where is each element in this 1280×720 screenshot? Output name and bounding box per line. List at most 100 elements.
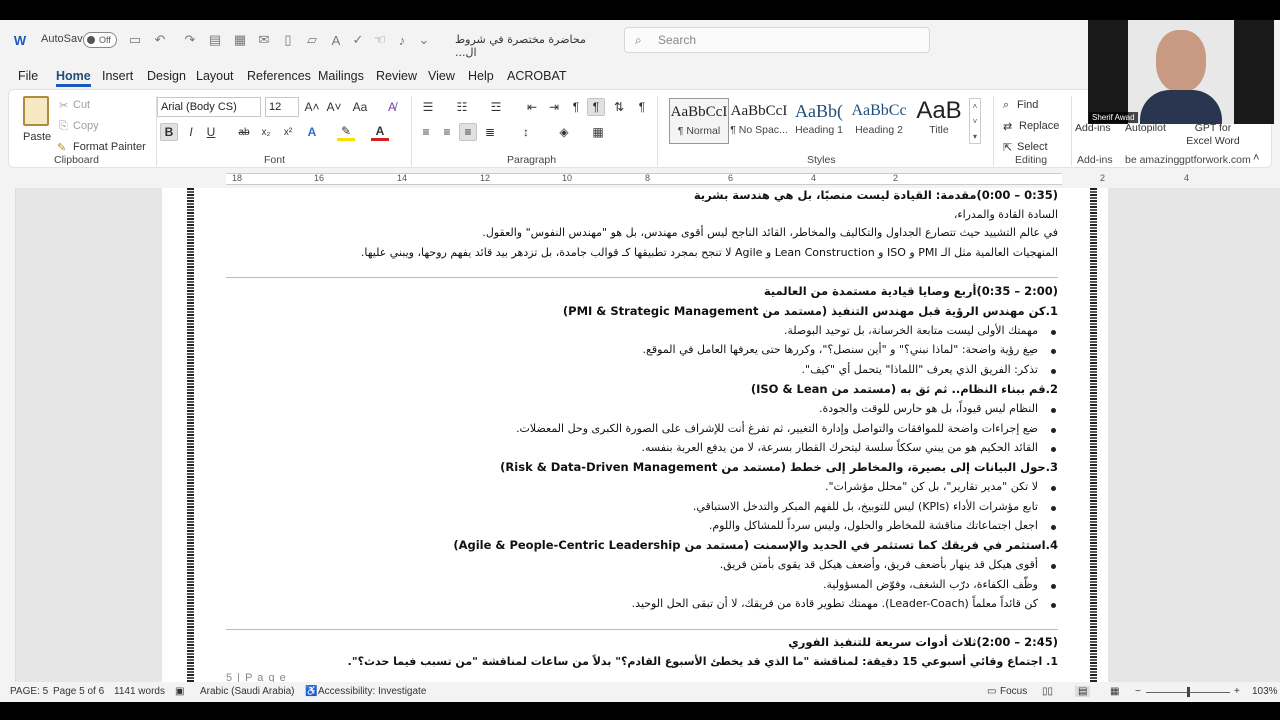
- bullet-text[interactable]: تابع مؤشرات الأداء (KPIs) ليس للتوبيخ، ب…: [693, 500, 1038, 513]
- paragraph[interactable]: السادة القادة والمدراء،: [954, 208, 1058, 221]
- status-page[interactable]: PAGE: 5: [10, 686, 48, 697]
- clear-formatting-icon[interactable]: A̸: [383, 98, 401, 116]
- subscript-icon[interactable]: x₂: [257, 123, 275, 141]
- cut-icon[interactable]: ✂: [59, 99, 68, 112]
- align-center-icon[interactable]: ≡: [438, 123, 456, 141]
- menu-mailings[interactable]: Mailings: [318, 67, 364, 87]
- focus-icon[interactable]: ▭: [987, 686, 996, 697]
- bullet-text[interactable]: تذكر: الفريق الذي يعرف "اللماذا" يتحمل أ…: [802, 363, 1038, 376]
- document-title[interactable]: محاضرة مختصرة في شروط ال...: [455, 33, 595, 59]
- decrease-indent-icon[interactable]: ⇤: [523, 98, 541, 116]
- zoom-thumb[interactable]: [1187, 687, 1190, 697]
- spelling-icon[interactable]: ✓: [350, 32, 366, 48]
- heading-section[interactable]: (2:45 – 2:00)ثلاث أدوات سريعة للتنفيذ ال…: [788, 635, 1058, 649]
- menu-file[interactable]: File: [18, 67, 38, 87]
- select-icon[interactable]: ⇱: [1003, 141, 1012, 154]
- font-color-icon[interactable]: A: [371, 123, 389, 141]
- rtl-icon[interactable]: ¶: [587, 98, 605, 116]
- status-page-of[interactable]: Page 5 of 6: [53, 686, 104, 697]
- search-box[interactable]: ⌕ Search: [624, 27, 930, 53]
- text-effects-icon[interactable]: A: [303, 123, 321, 141]
- bullet-text[interactable]: القائد الحكيم هو من يبني سككاً سلسة ليتح…: [642, 441, 1038, 454]
- save-icon[interactable]: ▭: [127, 32, 143, 48]
- format-painter-button[interactable]: Format Painter: [73, 141, 146, 153]
- zoom-out-icon[interactable]: −: [1135, 686, 1141, 697]
- print-preview-icon[interactable]: ▤: [207, 32, 223, 48]
- heading-item[interactable]: 1.كن مهندس الرؤية قبل مهندس التنفيذ (مست…: [563, 304, 1058, 318]
- open-icon[interactable]: ▱: [304, 32, 320, 48]
- italic-icon[interactable]: I: [182, 123, 200, 141]
- web-layout-icon[interactable]: ▦: [1110, 686, 1119, 697]
- underline-icon[interactable]: U: [202, 123, 220, 141]
- menu-design[interactable]: Design: [147, 67, 186, 87]
- style-title[interactable]: AaB Title: [909, 98, 969, 144]
- sort-icon[interactable]: ⇅: [610, 98, 628, 116]
- menu-insert[interactable]: Insert: [102, 67, 133, 87]
- zoom-in-icon[interactable]: +: [1234, 686, 1240, 697]
- menu-review[interactable]: Review: [376, 67, 417, 87]
- proofing-icon[interactable]: ▣: [175, 686, 184, 697]
- paragraph[interactable]: المنهجيات العالمية مثل الـ PMI و ISO و L…: [361, 246, 1058, 259]
- superscript-icon[interactable]: x²: [279, 123, 297, 141]
- draw-table-icon[interactable]: ▦: [232, 32, 248, 48]
- touch-mode-icon[interactable]: ☜: [372, 32, 388, 48]
- styles-scroll[interactable]: ˄ ˅ ▾: [969, 98, 981, 144]
- line-spacing-icon[interactable]: ↕: [517, 123, 535, 141]
- style-no-spacing[interactable]: AaBbCcI ¶ No Spac...: [729, 98, 789, 144]
- numbering-icon[interactable]: ☷: [453, 98, 471, 116]
- grow-font-icon[interactable]: A˄: [303, 98, 321, 116]
- status-focus[interactable]: Focus: [1000, 686, 1027, 697]
- find-button[interactable]: Find: [1017, 99, 1038, 111]
- menu-acrobat[interactable]: ACROBAT: [507, 67, 567, 87]
- multilevel-list-icon[interactable]: ☲: [487, 98, 505, 116]
- redo-icon[interactable]: ↷: [182, 32, 198, 48]
- borders-icon[interactable]: ▦: [589, 123, 607, 141]
- copy-button[interactable]: Copy: [73, 120, 99, 132]
- heading-item[interactable]: 2.قم ببناء النظام.. ثم ثق به (مستمد من I…: [751, 382, 1058, 396]
- justify-icon[interactable]: ≣: [481, 123, 499, 141]
- bullet-text[interactable]: النظام ليس قيوداً، بل هو حارس للوقت والج…: [819, 402, 1038, 415]
- shading-icon[interactable]: ◈: [555, 123, 573, 141]
- highlight-icon[interactable]: ✎: [337, 123, 355, 141]
- new-doc-icon[interactable]: ▯: [280, 32, 296, 48]
- accessibility-icon[interactable]: ♿: [305, 686, 317, 697]
- font-size-select[interactable]: 12: [265, 97, 299, 117]
- bullet-text[interactable]: ضع إجراءات واضحة للموافقات والتواصل وإدا…: [516, 422, 1038, 435]
- gpt-addin-button[interactable]: GPT for Excel Word: [1185, 122, 1241, 148]
- read-aloud-icon[interactable]: A: [328, 32, 344, 48]
- bullet-text[interactable]: اجعل اجتماعاتك مناقشة للمخاطر والحلول، و…: [709, 519, 1038, 532]
- increase-indent-icon[interactable]: ⇥: [545, 98, 563, 116]
- find-icon[interactable]: ⌕: [1003, 99, 1009, 112]
- style-heading-2[interactable]: AaBbCc Heading 2: [849, 98, 909, 144]
- menu-layout[interactable]: Layout: [196, 67, 234, 87]
- shrink-font-icon[interactable]: A˅: [325, 98, 343, 116]
- status-zoom[interactable]: 103%: [1252, 686, 1278, 697]
- menu-home[interactable]: Home: [56, 67, 91, 87]
- align-left-icon[interactable]: ≡: [417, 123, 435, 141]
- heading-item[interactable]: 4.استثمر في فريقك كما تستثمر في الحديد و…: [453, 538, 1058, 552]
- replace-icon[interactable]: ⇄: [1003, 120, 1012, 133]
- format-painter-icon[interactable]: ✎: [57, 141, 66, 154]
- autosave-toggle[interactable]: Off: [83, 32, 117, 48]
- heading-section[interactable]: (2:00 – 0:35)أربع وصايا قيادية مستمدة من…: [764, 284, 1058, 298]
- email-icon[interactable]: ✉: [256, 32, 272, 48]
- bullet-text[interactable]: مهمتك الأولى ليست متابعة الخرسانة، بل تو…: [784, 324, 1038, 337]
- customize-qat-icon[interactable]: ⌄: [416, 32, 432, 48]
- paste-button[interactable]: Paste: [23, 131, 51, 143]
- copy-icon[interactable]: ⎘: [59, 120, 68, 133]
- collapse-ribbon-icon[interactable]: ˄: [1253, 152, 1259, 164]
- read-mode-icon[interactable]: ▯▯: [1042, 686, 1053, 697]
- style-normal[interactable]: AaBbCcI ¶ Normal: [669, 98, 729, 144]
- align-right-icon[interactable]: ≡: [459, 123, 477, 141]
- bullets-icon[interactable]: ☰: [419, 98, 437, 116]
- bullet-text[interactable]: لا تكن "مدير تقارير"، بل كن "محلل مؤشرات…: [825, 480, 1038, 493]
- numbered-item[interactable]: 1. اجتماع وقائي أسبوعي 15 دقيقة: لمناقشة…: [348, 655, 1058, 668]
- undo-icon[interactable]: ↶: [152, 32, 168, 48]
- menu-help[interactable]: Help: [468, 67, 494, 87]
- voice-icon[interactable]: ♪: [394, 32, 410, 48]
- style-heading-1[interactable]: AaBb( Heading 1: [789, 98, 849, 144]
- heading-item[interactable]: 3.حول البيانات إلى بصيرة، والمخاطر إلى خ…: [500, 460, 1058, 474]
- change-case-icon[interactable]: Aa: [351, 98, 369, 116]
- font-family-select[interactable]: Arial (Body CS): [157, 97, 261, 117]
- paragraph[interactable]: في عالم التشييد حيث تتصارع الجداول والتك…: [482, 226, 1058, 239]
